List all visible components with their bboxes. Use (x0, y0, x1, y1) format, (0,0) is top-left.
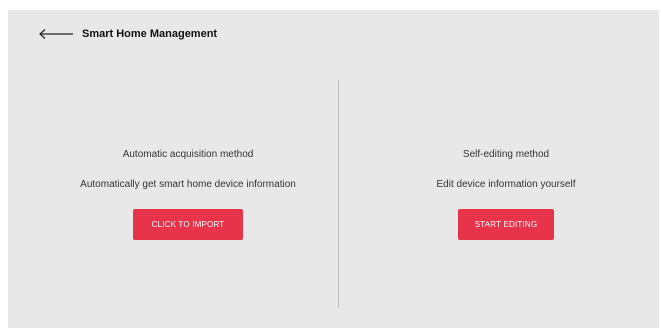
automatic-method-description: Automatically get smart home device info… (80, 179, 296, 190)
main-panel: Smart Home Management Automatic acquisit… (8, 10, 659, 328)
self-editing-method-title: Self-editing method (462, 149, 550, 160)
self-editing-method-description: Edit device information yourself (436, 179, 576, 190)
self-editing-method-panel: Self-editing method Edit device informat… (353, 148, 659, 240)
click-to-import-button[interactable]: CLICK TO IMPORT (133, 209, 243, 240)
page-header: Smart Home Management (38, 24, 217, 44)
start-editing-button[interactable]: START EDITING (458, 209, 554, 240)
arrow-left-icon[interactable] (38, 26, 74, 42)
page-title: Smart Home Management (82, 28, 218, 40)
automatic-method-title: Automatic acquisition method (122, 149, 254, 160)
automatic-method-panel: Automatic acquisition method Automatical… (28, 148, 348, 240)
